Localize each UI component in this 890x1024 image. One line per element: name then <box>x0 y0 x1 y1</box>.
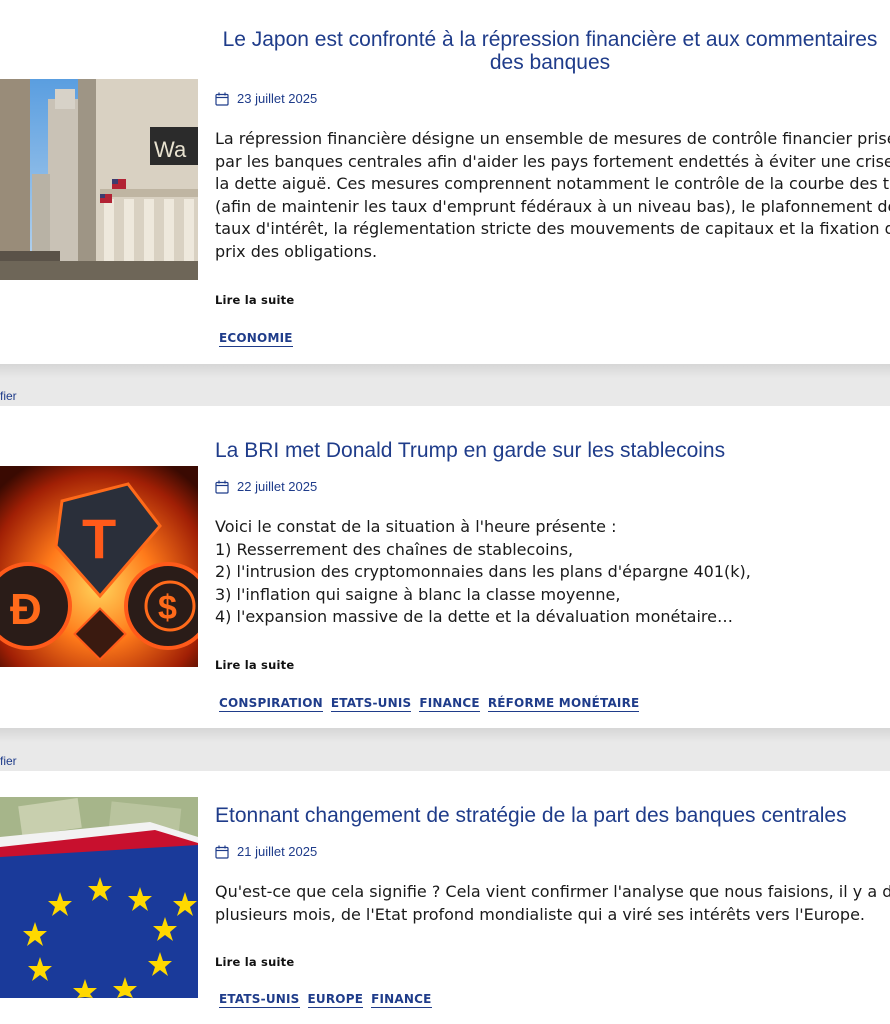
tag-link[interactable]: ETATS-UNIS <box>330 696 412 712</box>
article-title[interactable]: La BRI met Donald Trump en garde sur les… <box>215 439 885 462</box>
excerpt-line: Qu'est-ce que cela signifie ? Cela vient… <box>215 882 890 901</box>
excerpt-line: 3) l'inflation qui saigne à blanc la cla… <box>215 584 621 604</box>
article-excerpt: La répression financière désigne un ense… <box>215 128 890 264</box>
read-more-link[interactable]: Lire la suite <box>215 293 294 307</box>
excerpt-line: (afin de maintenir les taux d'emprunt fé… <box>215 196 890 216</box>
tag-link[interactable]: FINANCE <box>371 992 432 1008</box>
excerpt-line: Voici le constat de la situation à l'heu… <box>215 517 617 536</box>
date-text: 21 juillet 2025 <box>237 844 318 859</box>
read-more-link[interactable]: Lire la suite <box>215 955 294 969</box>
excerpt-line: plusieurs mois, de l'Etat profond mondia… <box>215 904 866 924</box>
tag-list: CONSPIRATION ETATS-UNIS FINANCE RÉFORME … <box>219 696 640 712</box>
tag-link[interactable]: ECONOMIE <box>219 331 293 347</box>
article-thumbnail[interactable]: Wa <box>0 79 198 280</box>
article-date: 21 juillet 2025 <box>215 844 317 859</box>
tag-list: ECONOMIE <box>219 331 293 347</box>
calendar-icon <box>215 845 229 859</box>
svg-text:Đ: Đ <box>10 585 42 634</box>
article-excerpt: Qu'est-ce que cela signifie ? Cela vient… <box>215 881 890 926</box>
tag-link[interactable]: RÉFORME MONÉTAIRE <box>487 696 640 712</box>
excerpt-line: 1) Resserrement des chaînes de stablecoi… <box>215 539 574 559</box>
article-title[interactable]: Etonnant changement de stratégie de la p… <box>215 804 885 827</box>
excerpt-line: 4) l'expansion massive de la dette et la… <box>215 607 733 627</box>
tag-link[interactable]: ETATS-UNIS <box>219 992 300 1008</box>
calendar-icon <box>215 480 229 494</box>
article-separator: fier <box>0 364 890 406</box>
excerpt-line: par les banques centrales afin d'aider l… <box>215 151 890 171</box>
article-title[interactable]: Le Japon est confronté à la répression f… <box>215 28 885 74</box>
svg-text:Wa: Wa <box>154 137 187 162</box>
article-card: Le Japon est confronté à la répression f… <box>0 0 890 364</box>
article-excerpt: Voici le constat de la situation à l'heu… <box>215 516 875 629</box>
tag-list: ETATS-UNIS EUROPE FINANCE <box>219 992 432 1008</box>
calendar-icon <box>215 92 229 106</box>
tag-link[interactable]: EUROPE <box>307 992 364 1008</box>
stablecoins-fire-image: T Đ $ <box>0 466 198 667</box>
excerpt-line: la dette aiguë. Ces mesures comprennent … <box>215 174 890 194</box>
wall-street-image: Wa <box>0 79 198 280</box>
svg-text:$: $ <box>158 589 177 627</box>
excerpt-line: La répression financière désigne un ense… <box>215 129 890 148</box>
date-text: 22 juillet 2025 <box>237 479 318 494</box>
date-text: 23 juillet 2025 <box>237 91 318 106</box>
tag-link[interactable]: CONSPIRATION <box>219 696 323 712</box>
tag-link[interactable]: FINANCE <box>419 696 480 712</box>
excerpt-line: taux d'intérêt, la réglementation strict… <box>215 219 890 239</box>
excerpt-line: prix des obligations. <box>215 241 378 261</box>
article-thumbnail[interactable]: T Đ $ <box>0 466 198 667</box>
article-card: Etonnant changement de stratégie de la p… <box>0 771 890 1024</box>
article-date: 23 juillet 2025 <box>215 91 317 106</box>
separator-text[interactable]: fier <box>0 754 17 768</box>
separator-text[interactable]: fier <box>0 389 17 403</box>
article-thumbnail[interactable] <box>0 797 198 998</box>
article-card: La BRI met Donald Trump en garde sur les… <box>0 406 890 728</box>
excerpt-line: 2) l'intrusion des cryptomonnaies dans l… <box>215 562 751 582</box>
eu-us-flags-image <box>0 797 198 998</box>
svg-text:T: T <box>82 507 116 570</box>
read-more-link[interactable]: Lire la suite <box>215 658 294 672</box>
article-separator: fier <box>0 728 890 771</box>
article-date: 22 juillet 2025 <box>215 479 317 494</box>
